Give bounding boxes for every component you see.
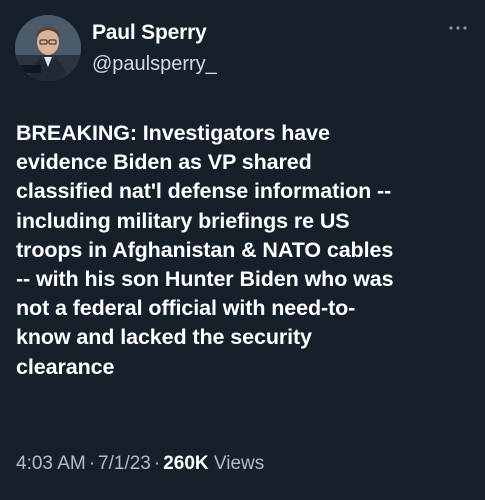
meta-separator: · bbox=[88, 453, 96, 474]
tweet-card: Paul Sperry @paulsperry_ BREAKING: Inves… bbox=[0, 0, 485, 500]
tweet-meta: 4:03 AM · 7/1/23 · 260K Views bbox=[16, 451, 264, 477]
author-info[interactable]: Paul Sperry @paulsperry_ bbox=[92, 20, 217, 77]
tweet-text: BREAKING: Investigators have evidence Bi… bbox=[16, 121, 394, 379]
meta-separator: · bbox=[153, 453, 161, 474]
more-horizontal-icon bbox=[449, 26, 467, 30]
views-count[interactable]: 260K bbox=[163, 453, 208, 474]
views-label: Views bbox=[213, 453, 265, 474]
display-name[interactable]: Paul Sperry bbox=[92, 20, 217, 46]
tweet-time[interactable]: 4:03 AM bbox=[16, 453, 86, 474]
avatar[interactable] bbox=[15, 15, 81, 81]
tweet-date[interactable]: 7/1/23 bbox=[98, 453, 151, 474]
more-options-button[interactable] bbox=[445, 18, 471, 38]
profile-photo-icon bbox=[15, 15, 81, 81]
user-handle[interactable]: @paulsperry_ bbox=[92, 51, 217, 77]
